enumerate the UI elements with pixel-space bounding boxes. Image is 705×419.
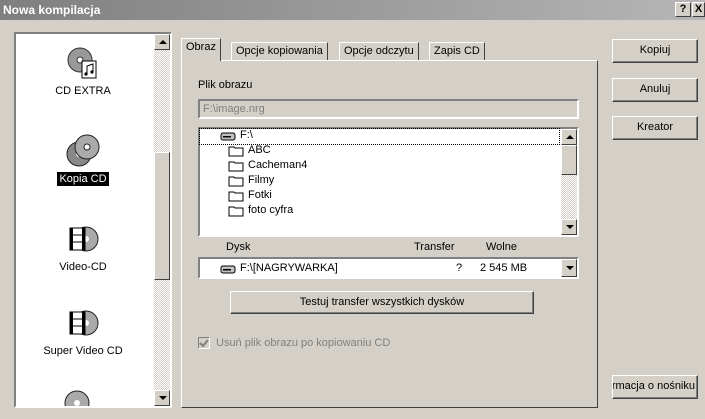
sidebar-item-video-cd[interactable]: Video-CD [18,222,148,274]
selected-drive-free: 2 545 MB [480,262,528,274]
sidebar-item-label: Kopia CD [56,171,110,187]
cd-extra-icon [67,47,97,79]
scroll-thumb[interactable] [154,152,170,280]
sidebar-item-super-video-cd[interactable]: Super Video CD [18,306,148,358]
folder-icon [228,191,244,202]
help-button[interactable]: ? [675,2,691,17]
delete-image-checkbox[interactable] [198,337,210,349]
arrow-down-icon [159,396,167,400]
scroll-thumb[interactable] [561,145,577,175]
free-column-header: Wolne [486,241,517,253]
folder-icon [228,161,244,172]
selected-drive-name: F:\[NAGRYWARKA] [240,262,338,274]
transfer-column-header: Transfer [414,241,455,253]
arrow-down-icon [566,225,574,229]
super-video-cd-icon [69,310,99,336]
scroll-up-button[interactable] [154,34,170,50]
arrow-up-icon [566,135,574,139]
drive-icon [220,265,236,274]
tab-opcje-kopiowania[interactable]: Opcje kopiowania [231,42,328,61]
scroll-down-button[interactable] [154,390,170,406]
sidebar-scrollbar[interactable] [154,34,170,406]
scroll-down-button[interactable] [561,219,577,235]
title-bar: Nowa kompilacja ? X [0,0,705,20]
wizard-button[interactable]: Kreator [612,116,698,140]
drive-icon [220,132,236,141]
sidebar-item-cd-extra[interactable]: CD EXTRA [18,46,148,98]
sidebar-item-label: Video-CD [59,261,107,273]
drive-dropdown-button[interactable] [561,259,577,277]
folder-icon [228,176,244,187]
tab-opcje-odczytu[interactable]: Opcje odczytu [339,42,419,61]
test-transfer-button[interactable]: Testuj transfer wszystkich dysków [230,291,534,314]
image-file-input[interactable]: F:\image.nrg [198,99,579,119]
cd-copy-icon [66,134,100,167]
folder-icon [228,146,244,157]
tab-zapis-cd[interactable]: Zapis CD [429,42,485,61]
sidebar-item-partial[interactable] [60,386,94,406]
tree-folder-label: Filmy [248,174,275,186]
sidebar-item-label: CD EXTRA [55,85,111,97]
image-file-label: Plik obrazu [198,79,253,91]
delete-image-label: Usuń plik obrazu po kopiowaniu CD [216,337,391,349]
tree-folder-label: Cacheman4 [248,159,308,171]
sidebar-item-label: Super Video CD [43,345,123,357]
close-button[interactable]: X [692,2,705,17]
sidebar-item-kopia-cd[interactable]: Kopia CD [18,134,148,187]
drive-select[interactable]: F:\[NAGRYWARKA] ? 2 545 MB [198,257,579,279]
cancel-button[interactable]: Anuluj [612,78,698,102]
tree-root-row[interactable]: F:\ [199,128,560,145]
video-cd-icon [69,226,99,252]
copy-button[interactable]: Kopiuj [612,39,698,63]
tab-obraz[interactable]: Obraz [181,38,221,61]
cd-icon [64,390,90,406]
scroll-up-button[interactable] [561,129,577,145]
window-title: Nowa kompilacja [3,3,101,17]
folder-tree[interactable]: F:\ ABC Cacheman4 Filmy Fotki foto cyfra [198,127,579,237]
tree-root-label: F:\ [240,129,253,141]
folder-icon [228,206,244,217]
selected-drive-transfer: ? [456,262,463,274]
tree-scrollbar[interactable] [561,129,577,235]
checkmark-icon [199,339,209,348]
arrow-up-icon [159,40,167,44]
tree-folder-label: ABC [248,144,271,156]
obraz-panel: Plik obrazu F:\image.nrg F:\ ABC Cachema… [181,60,598,408]
chevron-down-icon [566,266,574,270]
disk-column-header: Dysk [226,241,251,253]
tree-folder-label: foto cyfra [248,204,294,216]
compilation-type-list[interactable]: CD EXTRA Kopia CD Video-CD Super Video C… [14,32,172,408]
tree-folder-label: Fotki [248,189,272,201]
media-info-button[interactable]: Informacja o nośniku [612,375,698,399]
